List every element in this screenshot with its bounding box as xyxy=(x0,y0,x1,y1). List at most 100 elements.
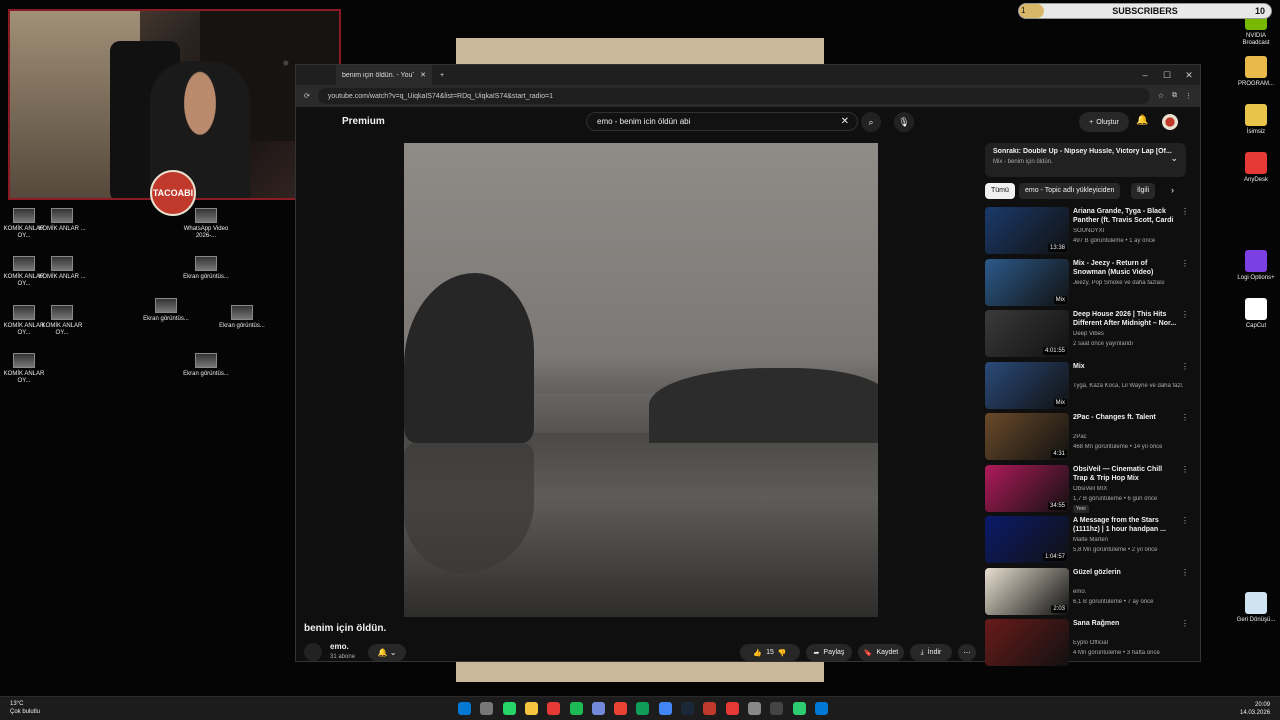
more-options-icon[interactable]: ⋮ xyxy=(1181,310,1189,319)
desktop-image-file[interactable]: WhatsApp Video 2026-... xyxy=(180,208,232,240)
video-thumbnail[interactable]: Mix xyxy=(985,258,1069,306)
new-tab-button[interactable]: + xyxy=(440,72,444,79)
desktop-app-shortcut[interactable]: İsimsiz xyxy=(1232,104,1280,136)
clock[interactable]: 20:09 14.03.2026 xyxy=(1240,701,1270,717)
reload-icon[interactable]: ⟳ xyxy=(304,92,310,100)
xbox-icon[interactable] xyxy=(792,702,806,715)
file-explorer-icon[interactable] xyxy=(524,702,538,715)
thumbs-down-icon[interactable]: 👎 xyxy=(778,649,787,657)
up-next-banner[interactable]: Sonraki: Double Up - Nipsey Hussle, Vict… xyxy=(985,143,1186,177)
create-button[interactable]: + Oluştur xyxy=(1079,112,1129,132)
discord-icon[interactable] xyxy=(591,702,605,715)
account-avatar[interactable] xyxy=(1162,114,1178,130)
more-options-icon[interactable]: ⋮ xyxy=(1181,259,1189,268)
desktop-video-file[interactable]: KOMİK ANLAR ... xyxy=(36,256,88,281)
download-button[interactable]: ⤓ İndir xyxy=(910,644,952,661)
desktop-icon-label: Ekran görüntüs... xyxy=(183,274,229,280)
tab-youtube[interactable]: benim için öldün. - YouTube ✕ xyxy=(336,65,432,85)
whatsapp-icon[interactable] xyxy=(502,702,516,715)
more-options-icon[interactable]: ⋮ xyxy=(1181,465,1189,474)
desktop-image-file[interactable]: Ekran görüntüs... xyxy=(140,298,192,323)
menu-dots-icon[interactable]: ⋮ xyxy=(1185,92,1192,100)
tab-close-icon[interactable]: ✕ xyxy=(420,71,426,79)
recommended-video[interactable]: 1:04:57 A Message from the Stars (1111hz)… xyxy=(985,516,1190,564)
desktop-image-file[interactable]: Ekran görüntüs... xyxy=(180,353,232,378)
steam-icon[interactable] xyxy=(681,702,694,715)
task-view-icon[interactable] xyxy=(480,702,494,715)
close-window-button[interactable]: ✕ xyxy=(1178,70,1200,81)
video-player[interactable] xyxy=(404,143,878,617)
chip-emo-topic[interactable]: emo - Topic adlı yükleyiciden xyxy=(1019,183,1121,199)
video-thumbnail[interactable]: 2:03 xyxy=(985,567,1069,615)
desktop-video-file[interactable]: KOMİK ANLAR ... xyxy=(36,208,88,233)
app-icon[interactable] xyxy=(703,702,717,715)
desktop-video-file[interactable]: KOMİK ANLAR OY... xyxy=(36,305,88,337)
recommended-video[interactable]: 13:38 Ariana Grande, Tyga - Black Panther… xyxy=(985,207,1190,255)
save-button[interactable]: 🔖 Kaydet xyxy=(858,644,904,661)
microphone-icon[interactable]: 🎙 xyxy=(894,112,914,132)
video-thumbnail[interactable]: Mix xyxy=(985,361,1069,409)
browser-icon[interactable] xyxy=(658,702,672,715)
notifications-bell-icon[interactable]: 🔔 xyxy=(1136,115,1148,126)
chevron-right-icon[interactable]: › xyxy=(1171,185,1174,195)
video-thumbnail[interactable]: 4:01:55 xyxy=(985,310,1069,357)
star-icon[interactable]: ☆ xyxy=(1158,92,1164,100)
recommended-video[interactable]: 4:31 2Pac - Changes ft. Talent 2Pac 468 Mn … xyxy=(985,413,1190,461)
desktop-app-shortcut[interactable]: CapCut xyxy=(1232,298,1280,330)
minimize-button[interactable]: – xyxy=(1134,70,1156,80)
video-thumbnail[interactable]: 4:31 xyxy=(985,413,1069,460)
share-button[interactable]: ➦ Paylaş xyxy=(806,644,852,661)
desktop-app-shortcut[interactable]: AnyDesk xyxy=(1232,152,1280,184)
anydesk-icon[interactable] xyxy=(725,702,739,715)
recommended-video[interactable]: Mix Mix Tyga, Kaza Koca, Lil Wayne ve daha… xyxy=(985,361,1190,410)
edge-icon[interactable] xyxy=(636,702,650,715)
chrome-icon[interactable] xyxy=(614,702,628,715)
share-label: Paylaş xyxy=(823,649,845,656)
chip-all[interactable]: Tümü xyxy=(985,183,1015,199)
recommended-video[interactable]: 2:03 Güzel gözlerin emo. 6,1 B görüntüleme … xyxy=(985,567,1190,616)
desktop-app-shortcut[interactable]: PROGRAM... xyxy=(1232,56,1280,88)
app-icon[interactable] xyxy=(547,702,561,715)
desktop-image-file[interactable]: Ekran görüntüs... xyxy=(216,305,268,330)
desktop-app-shortcut[interactable]: Geri Dönüşü... xyxy=(1232,592,1280,624)
more-options-icon[interactable]: ⋮ xyxy=(1181,568,1189,577)
recommended-video[interactable]: 34:55 ObsiVeil — Cinematic Chill Trap & T… xyxy=(985,464,1190,513)
more-options-icon[interactable]: ⋮ xyxy=(1181,207,1189,216)
recommended-video[interactable]: Mix Mix - Jeezy - Return of Snowman (Musi… xyxy=(985,258,1190,307)
chip-related[interactable]: İlgili xyxy=(1131,183,1156,199)
clear-search-icon[interactable]: ✕ xyxy=(841,116,849,127)
recommended-video[interactable]: 4:01:55 Deep House 2026 | This Hits Diffe… xyxy=(985,310,1190,358)
more-actions-button[interactable]: ⋯ xyxy=(958,644,976,661)
subscriber-label: SUBSCRIBERS xyxy=(1112,6,1178,16)
maximize-button[interactable]: ☐ xyxy=(1156,70,1178,81)
settings-icon[interactable] xyxy=(747,702,761,715)
desktop-app-shortcut[interactable]: Logi Options+ xyxy=(1232,250,1280,282)
channel-name[interactable]: emo. xyxy=(330,642,349,651)
video-thumbnail[interactable]: 1:04:57 xyxy=(985,516,1069,563)
video-thumbnail[interactable] xyxy=(985,619,1069,666)
desktop-image-file[interactable]: Ekran görüntüs... xyxy=(180,256,232,281)
spotify-icon[interactable] xyxy=(569,702,583,715)
up-next-title: Sonraki: Double Up - Nipsey Hussle, Vict… xyxy=(993,148,1172,155)
more-options-icon[interactable]: ⋮ xyxy=(1181,619,1189,628)
url-field[interactable]: youtube.com/watch?v=q_UiqkaIS74&list=RDq… xyxy=(317,88,1150,104)
extensions-icon[interactable]: ⧉ xyxy=(1172,92,1177,100)
more-options-icon[interactable]: ⋮ xyxy=(1181,362,1189,371)
weather-widget[interactable]: 13°C Çok bulutlu xyxy=(10,700,40,716)
chevron-down-icon[interactable]: ⌄ xyxy=(1170,153,1178,164)
subscribe-bell-button[interactable]: 🔔 ⌄ xyxy=(368,644,406,661)
search-icon[interactable]: ⌕ xyxy=(861,112,881,132)
more-options-icon[interactable]: ⋮ xyxy=(1181,516,1189,525)
more-options-icon[interactable]: ⋮ xyxy=(1181,413,1189,422)
desktop-video-file[interactable]: KOMİK ANLAR OY... xyxy=(0,353,50,385)
epic-games-icon[interactable] xyxy=(770,702,784,715)
youtube-logo[interactable]: Premium xyxy=(342,116,385,127)
outlook-icon[interactable] xyxy=(814,702,828,715)
video-thumbnail[interactable]: 13:38 xyxy=(985,207,1069,254)
search-input[interactable]: emo - benim icin öldün abi ✕ xyxy=(586,112,858,131)
recommended-video[interactable]: Sana Rağmen Eyplo Official 4 Mn görüntülem… xyxy=(985,619,1190,667)
start-icon[interactable] xyxy=(458,702,471,715)
video-thumbnail[interactable]: 34:55 xyxy=(985,464,1069,512)
channel-avatar[interactable] xyxy=(304,643,322,661)
like-button[interactable]: 👍 15 👎 xyxy=(740,644,800,661)
